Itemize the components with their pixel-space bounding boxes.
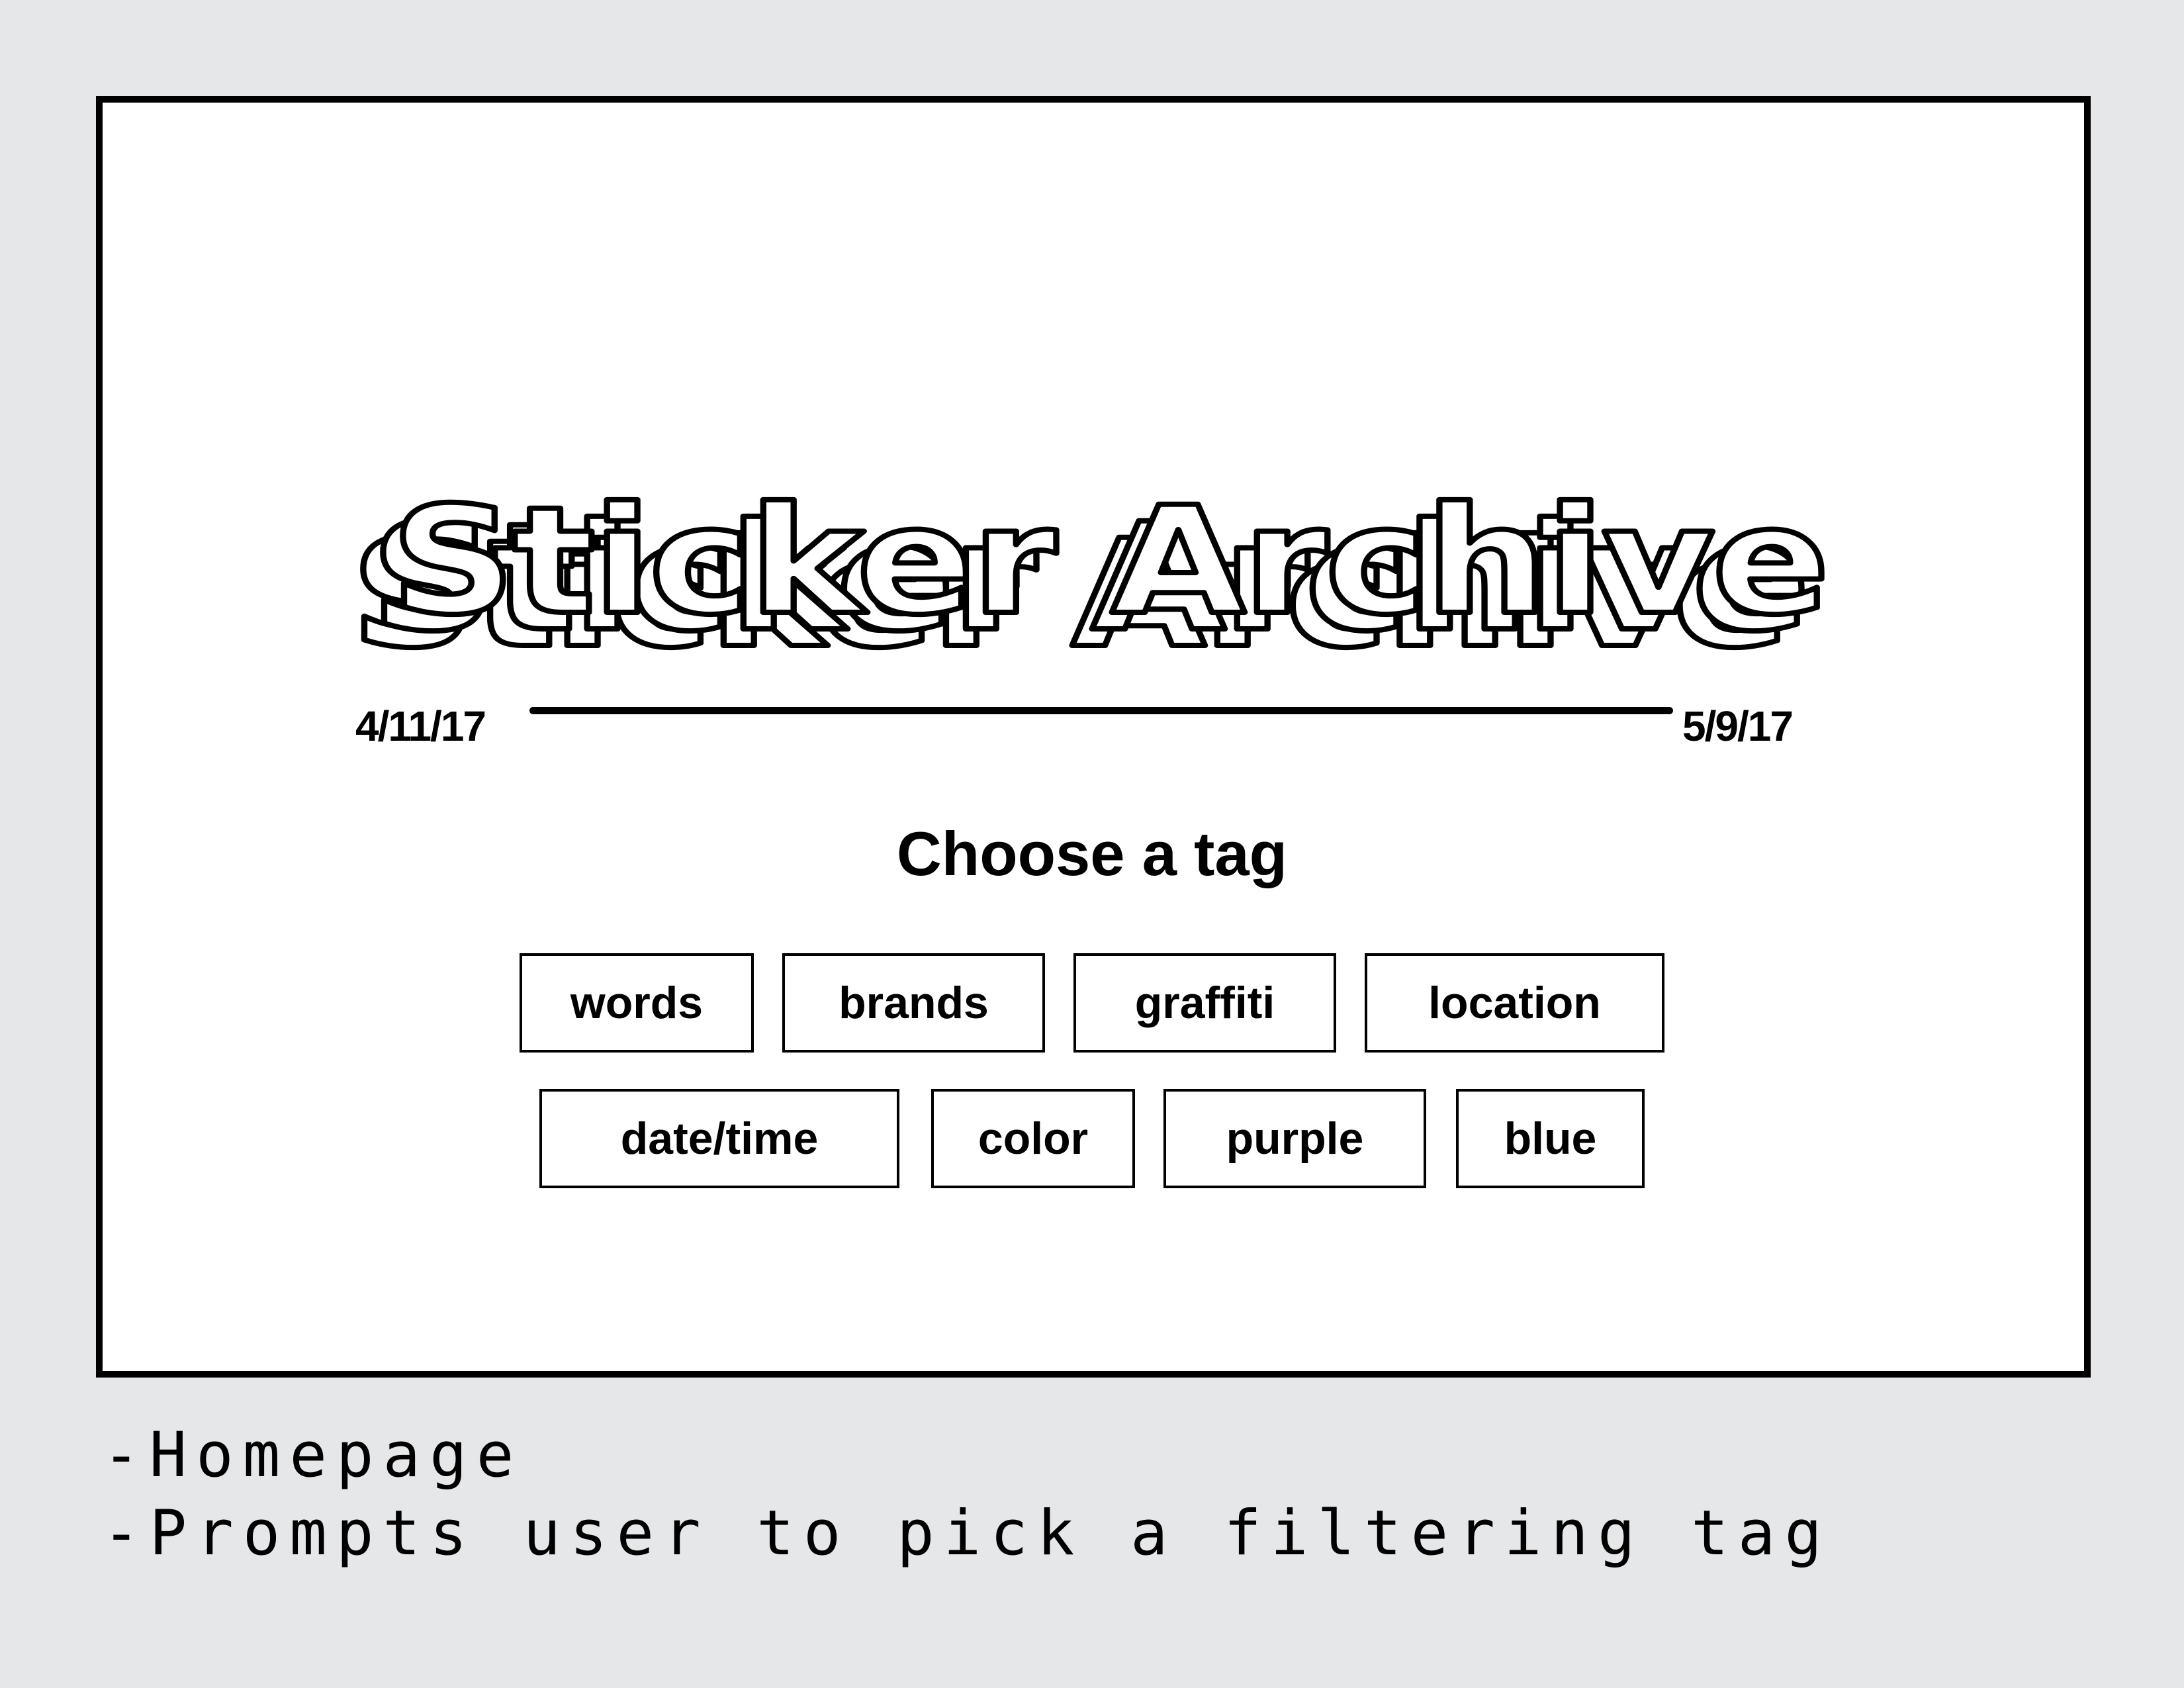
tag-row-2: date/time color purple blue — [0, 1089, 2184, 1192]
timeline-start-date: 4/11/17 — [355, 702, 486, 750]
tag-button-graffiti[interactable]: graffiti — [1073, 953, 1336, 1053]
timeline-end-date: 5/9/17 — [1682, 702, 1794, 750]
tag-button-date-time[interactable]: date/time — [539, 1089, 899, 1188]
tag-button-purple[interactable]: purple — [1163, 1089, 1426, 1188]
tag-row-1: words brands graffiti location — [0, 953, 2184, 1056]
logo-title: Sticker Archive — [390, 475, 1827, 647]
caption-line-description: -Prompts user to pick a filtering tag — [103, 1497, 1831, 1570]
choose-tag-heading: Choose a tag — [896, 819, 1288, 888]
tag-button-words[interactable]: words — [520, 953, 754, 1053]
timeline-bar[interactable] — [529, 707, 1673, 714]
tag-button-location[interactable]: location — [1365, 953, 1664, 1053]
logo-wordmark: Sticker Archive Sticker Archive Sticker … — [348, 472, 1832, 683]
tag-button-brands[interactable]: brands — [782, 953, 1045, 1053]
caption-line-homepage: -Homepage — [103, 1419, 523, 1491]
mockup-caption: -Homepage -Prompts user to pick a filteri… — [103, 1417, 1831, 1573]
tag-button-blue[interactable]: blue — [1456, 1089, 1645, 1188]
tag-button-color[interactable]: color — [931, 1089, 1135, 1188]
